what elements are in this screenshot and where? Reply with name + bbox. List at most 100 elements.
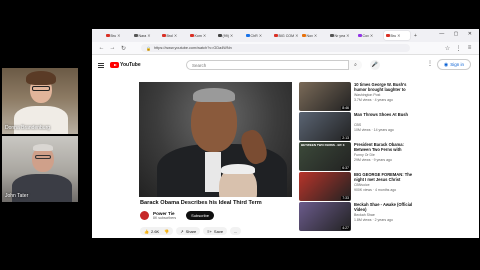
- video-duration: 6:37: [341, 166, 350, 170]
- channel-info: Power Tie 8K subscribers: [153, 211, 176, 220]
- recommendation-meta: 10M views · 14 years ago: [354, 128, 394, 132]
- tab-label: Bru: [110, 33, 117, 38]
- window-controls[interactable]: — ▢ ✕: [439, 31, 476, 37]
- microphone-icon[interactable]: 🎤: [370, 60, 380, 70]
- save-button[interactable]: ≡+ Save: [203, 227, 228, 235]
- new-tab-icon[interactable]: +: [414, 33, 417, 39]
- thumbnail-caption: BETWEEN TWO FERNS · EP. 3: [301, 143, 345, 147]
- tab-close-icon[interactable]: ✕: [230, 33, 233, 38]
- participant-tile[interactable]: John Tater: [2, 136, 78, 202]
- tab-close-icon[interactable]: ✕: [346, 33, 349, 38]
- tab-label: (99): [222, 33, 229, 38]
- tab-favicon-icon: [386, 33, 390, 38]
- subscriber-count: 8K subscribers: [153, 215, 177, 220]
- save-label: Save: [213, 228, 224, 234]
- tab-close-icon[interactable]: ✕: [147, 33, 150, 38]
- video-duration: 7:33: [341, 196, 350, 200]
- reload-icon[interactable]: ↻: [120, 45, 127, 52]
- subscribe-button[interactable]: Subscribe: [186, 210, 214, 220]
- tab-close-icon[interactable]: ✕: [397, 33, 400, 38]
- browser-tab[interactable]: Kom ✕: [188, 31, 214, 40]
- tab-label: Nara: [138, 33, 147, 38]
- browser-tab[interactable]: ChR ✕: [244, 31, 270, 40]
- tab-favicon-icon: [274, 33, 278, 38]
- browser-tab[interactable]: Bru ✕: [384, 31, 410, 40]
- video-thumbnail[interactable]: 7:33: [299, 172, 351, 201]
- channel-name[interactable]: Power Tie: [153, 211, 176, 216]
- tab-favicon-icon: [134, 33, 138, 38]
- participant-name: John Tater: [5, 193, 29, 199]
- more-actions-button[interactable]: ...: [230, 227, 242, 235]
- recommendation-item[interactable]: 7:33 BIG GEORGE FOREMAN: The night I met …: [299, 172, 477, 202]
- recommendation-meta: 900K views · 4 months ago: [354, 188, 397, 192]
- video-thumbnail[interactable]: BETWEEN TWO FERNS · EP. 3 6:37: [299, 142, 351, 171]
- tab-close-icon[interactable]: ✕: [314, 33, 317, 38]
- tab-bar: Bru ✕ Nara ✕ Brol ✕ Kom ✕ (99) ✕ ChR ✕ BIG COM ✕ Nov ✕ N…: [92, 29, 479, 42]
- browser-tab[interactable]: Nr yea ✕: [328, 31, 354, 40]
- forward-icon[interactable]: →: [109, 45, 116, 51]
- tab-favicon-icon: [330, 33, 334, 38]
- share-label: Share: [185, 228, 197, 234]
- participant-tile[interactable]: Donna Brandenburg: [2, 68, 78, 134]
- tab-close-icon[interactable]: ✕: [259, 33, 262, 38]
- browser-tab[interactable]: Brol ✕: [160, 31, 186, 40]
- account-icon: ◉: [443, 61, 449, 68]
- channel-row: Power Tie 8K subscribers Subscribe: [140, 209, 214, 221]
- youtube-header: YouTube Search ⌕ 🎤 ⋮ ◉ Sign in: [92, 55, 479, 75]
- share-button[interactable]: ↗ Share: [176, 227, 201, 235]
- recommendation-item[interactable]: 2:13 Man Throws Shoes At Bush CBS 10M views…: [299, 112, 477, 142]
- tab-favicon-icon: [302, 33, 306, 38]
- extensions-icon[interactable]: ⋮: [455, 45, 462, 52]
- channel-avatar[interactable]: [140, 210, 149, 220]
- url-text: https://www.youtube.com/watch?v=GDa4WNn: [153, 46, 232, 50]
- video-thumbnail[interactable]: 4:27: [299, 202, 351, 231]
- address-bar[interactable]: 🔒 https://www.youtube.com/watch?v=GDa4WN…: [141, 44, 410, 52]
- recommendation-title[interactable]: BIG GEORGE FOREMAN: The night I met Jesu…: [354, 172, 414, 182]
- screen: Donna Brandenburg John Tater Bru ✕ Nara ✕ Br…: [0, 0, 480, 270]
- more-options-icon[interactable]: ⋮: [427, 60, 433, 67]
- browser-tab[interactable]: Nov ✕: [300, 31, 326, 40]
- video-player[interactable]: [139, 82, 292, 197]
- youtube-logo-text[interactable]: YouTube: [120, 62, 141, 68]
- recommendation-item[interactable]: BETWEEN TWO FERNS · EP. 3 6:37 President B…: [299, 142, 477, 172]
- star-icon[interactable]: ☆: [444, 45, 451, 52]
- second-figure-hair: [221, 164, 255, 174]
- recommendation-channel[interactable]: CBNvoice: [354, 183, 370, 187]
- recommendation-title[interactable]: President Barack Obama: Between Two Fern…: [354, 142, 414, 152]
- video-thumbnail[interactable]: 8:46: [299, 82, 351, 111]
- recommendation-channel[interactable]: Funny Or Die: [354, 153, 375, 157]
- recommendation-item[interactable]: 8:46 10 times George W. Bush's humor brou…: [299, 82, 477, 112]
- tab-close-icon[interactable]: ✕: [370, 33, 373, 38]
- hamburger-menu-icon[interactable]: [98, 62, 104, 68]
- tab-list: Bru ✕ Nara ✕ Brol ✕ Kom ✕ (99) ✕ ChR ✕ BIG COM ✕ Nov ✕ N…: [104, 31, 410, 40]
- recommendation-item[interactable]: 4:27 Beckah Shae - Awake (Official Video)…: [299, 202, 477, 232]
- menu-icon[interactable]: ≡: [466, 45, 473, 51]
- search-icon[interactable]: ⌕: [348, 60, 362, 70]
- youtube-logo-icon[interactable]: [110, 62, 119, 68]
- tab-close-icon[interactable]: ✕: [174, 33, 177, 38]
- tab-favicon-icon: [218, 33, 222, 38]
- tab-close-icon[interactable]: ✕: [295, 33, 298, 38]
- recommendation-channel[interactable]: Beckah Shae: [354, 213, 375, 217]
- browser-tab[interactable]: BIG COM ✕: [272, 31, 298, 40]
- like-button[interactable]: 👍 2.6K 👎: [140, 227, 174, 235]
- tab-label: Nov: [306, 33, 313, 38]
- sign-in-button[interactable]: ◉ Sign in: [437, 59, 471, 70]
- recommendation-channel[interactable]: CBS: [354, 123, 361, 127]
- recommendation-title[interactable]: Beckah Shae - Awake (Official Video): [354, 202, 414, 212]
- browser-tab[interactable]: Bru ✕: [104, 31, 130, 40]
- browser-tab[interactable]: Nara ✕: [132, 31, 158, 40]
- search-input[interactable]: Search: [186, 60, 358, 70]
- video-duration: 2:13: [341, 136, 350, 140]
- video-thumbnail[interactable]: 2:13: [299, 112, 351, 141]
- tab-close-icon[interactable]: ✕: [117, 33, 120, 38]
- recommendation-title[interactable]: 10 times George W. Bush's humor brought …: [354, 82, 414, 92]
- thumbs-down-icon[interactable]: 👎: [164, 229, 169, 234]
- recommendation-title[interactable]: Man Throws Shoes At Bush: [354, 112, 414, 117]
- back-icon[interactable]: ←: [98, 45, 105, 51]
- tab-close-icon[interactable]: ✕: [203, 33, 206, 38]
- browser-tab[interactable]: (99) ✕: [216, 31, 242, 40]
- recommendation-channel[interactable]: Washington Post: [354, 93, 380, 97]
- nav-bar: ← → ↻ 🔒 https://www.youtube.com/watch?v=…: [92, 42, 479, 55]
- browser-tab[interactable]: Cov ✕: [356, 31, 382, 40]
